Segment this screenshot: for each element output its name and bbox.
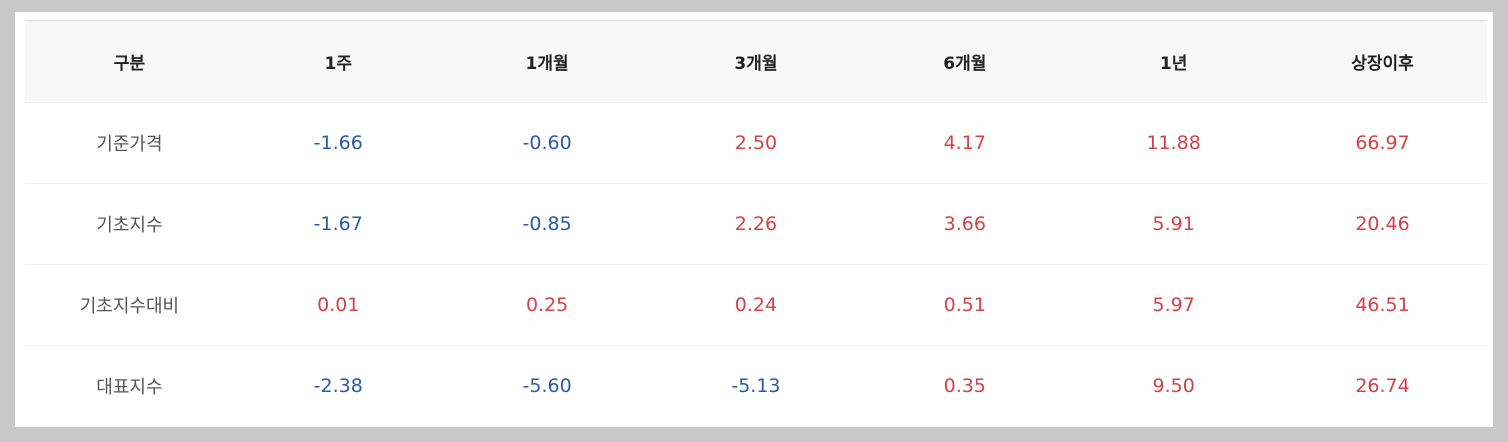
table-cell: 0.24: [651, 264, 861, 346]
table-cell: 2.26: [651, 183, 861, 265]
returns-table: 구분 1주 1개월 3개월 6개월 1년 상장이후 기준가격 -1.66 -0.…: [25, 20, 1487, 427]
row-label: 기초지수: [25, 183, 234, 265]
row-label: 기초지수대비: [25, 264, 234, 346]
returns-panel: 구분 1주 1개월 3개월 6개월 1년 상장이후 기준가격 -1.66 -0.…: [15, 12, 1493, 427]
table-row: 대표지수 -2.38 -5.60 -5.13 0.35 9.50 26.74: [25, 346, 1487, 427]
table-cell: 26.74: [1355, 375, 1410, 398]
table-cell: 4.17: [860, 102, 1070, 184]
table-row: 기준가격 -1.66 -0.60 2.50 4.17 11.88 66.97: [25, 102, 1487, 184]
header-6-months: 6개월: [860, 20, 1070, 103]
table-cell: 66.97: [1278, 102, 1487, 184]
table-header-row: 구분 1주 1개월 3개월 6개월 1년 상장이후: [25, 20, 1487, 103]
table-cell: 9.50: [1152, 375, 1195, 398]
table-cell: 11.88: [1069, 102, 1279, 184]
table-row: 기초지수대비 0.01 0.25 0.24 0.51 5.97 46.51: [25, 264, 1487, 346]
header-since-listing: 상장이후: [1278, 20, 1487, 103]
row-label: 기준가격: [25, 102, 234, 184]
table-cell: 5.91: [1069, 183, 1279, 265]
header-1-month: 1개월: [442, 20, 652, 103]
table-cell: 46.51: [1278, 264, 1487, 346]
header-1-year: 1년: [1069, 20, 1279, 103]
table-row: 기초지수 -1.67 -0.85 2.26 3.66 5.91 20.46: [25, 183, 1487, 265]
table-cell: -1.67: [233, 183, 443, 265]
table-cell: 0.01: [233, 264, 443, 346]
table-cell: 20.46: [1278, 183, 1487, 265]
table-cell: -0.60: [442, 102, 652, 184]
table-cell: -5.13: [731, 375, 781, 398]
table-cell: 2.50: [651, 102, 861, 184]
table-cell: 0.51: [860, 264, 1070, 346]
table-cell: -2.38: [313, 375, 363, 398]
table-cell: 0.25: [442, 264, 652, 346]
table-cell: -1.66: [233, 102, 443, 184]
table-cell: -0.85: [442, 183, 652, 265]
table-cell: 3.66: [860, 183, 1070, 265]
header-1-week: 1주: [233, 20, 443, 103]
table-cell: 5.97: [1069, 264, 1279, 346]
header-3-months: 3개월: [651, 20, 861, 103]
table-cell: -5.60: [522, 375, 572, 398]
row-label: 대표지수: [96, 377, 163, 399]
table-cell: 0.35: [943, 375, 986, 398]
header-category: 구분: [25, 20, 234, 103]
